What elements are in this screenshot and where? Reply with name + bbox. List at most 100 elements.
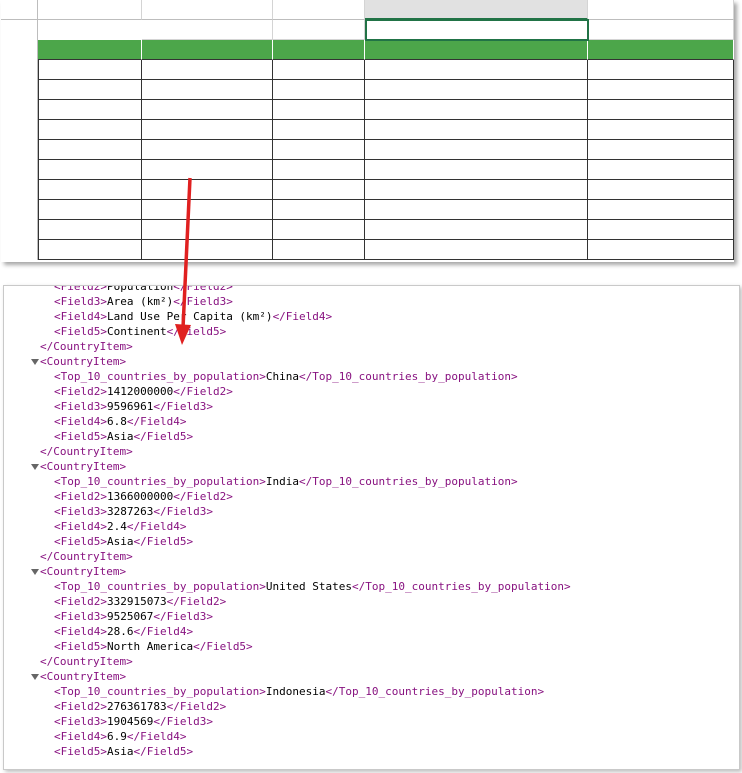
- table-cell[interactable]: [38, 120, 142, 140]
- table-cell[interactable]: [142, 180, 273, 200]
- empty-cell[interactable]: [142, 20, 273, 40]
- table-cell[interactable]: [273, 180, 365, 200]
- table-cell[interactable]: [273, 160, 365, 180]
- header-cell-3[interactable]: [273, 40, 365, 60]
- xml-open-tag: <Field5>: [54, 535, 107, 548]
- table-cell[interactable]: [38, 180, 142, 200]
- collapse-triangle-icon[interactable]: [31, 464, 39, 470]
- header-cell-2[interactable]: [142, 40, 273, 60]
- table-cell[interactable]: [588, 220, 734, 240]
- xml-open-tag: <Field3>: [54, 505, 107, 518]
- table-cell[interactable]: [588, 140, 734, 160]
- table-cell[interactable]: [142, 100, 273, 120]
- table-cell[interactable]: [38, 200, 142, 220]
- table-cell[interactable]: [588, 160, 734, 180]
- xml-close-tag: </Field3>: [153, 400, 213, 413]
- xml-close-tag: </Field3>: [153, 610, 213, 623]
- xml-line: <Field2>Population</Field2>: [54, 286, 233, 294]
- xml-line: <Field2>332915073</Field2>: [54, 594, 226, 609]
- select-all-corner[interactable]: [1, 0, 38, 20]
- row-header-10[interactable]: [1, 200, 38, 220]
- column-header-e[interactable]: [588, 0, 734, 20]
- table-cell[interactable]: [273, 220, 365, 240]
- table-cell[interactable]: [365, 80, 588, 100]
- table-cell[interactable]: [365, 180, 588, 200]
- header-cell-1[interactable]: [38, 40, 142, 60]
- table-cell[interactable]: [365, 200, 588, 220]
- table-cell[interactable]: [273, 60, 365, 80]
- row-header-6[interactable]: [1, 120, 38, 140]
- table-cell[interactable]: [365, 100, 588, 120]
- table-cell[interactable]: [142, 140, 273, 160]
- row-header-1[interactable]: [1, 20, 38, 40]
- empty-cell[interactable]: [273, 20, 365, 40]
- xml-close-tag: </Field4>: [126, 730, 187, 743]
- header-cell-5[interactable]: [588, 40, 734, 60]
- table-cell[interactable]: [142, 160, 273, 180]
- row-header-4[interactable]: [1, 80, 38, 100]
- table-cell[interactable]: [38, 160, 142, 180]
- table-cell[interactable]: [588, 200, 734, 220]
- table-cell[interactable]: [365, 60, 588, 80]
- table-cell[interactable]: [38, 60, 142, 80]
- table-cell[interactable]: [365, 160, 588, 180]
- table-cell[interactable]: [38, 240, 142, 260]
- row-header-5[interactable]: [1, 100, 38, 120]
- table-cell[interactable]: [142, 240, 273, 260]
- header-cell-4[interactable]: [365, 40, 588, 60]
- table-cell[interactable]: [273, 140, 365, 160]
- table-cell[interactable]: [38, 80, 142, 100]
- row-header-3[interactable]: [1, 60, 38, 80]
- table-cell[interactable]: [588, 60, 734, 80]
- column-header-b[interactable]: [142, 0, 273, 20]
- xml-open-tag: <Field4>: [54, 520, 107, 533]
- table-cell[interactable]: [142, 80, 273, 100]
- xml-close-tag: </Field2>: [173, 490, 233, 503]
- table-cell[interactable]: [365, 120, 588, 140]
- table-cell[interactable]: [273, 200, 365, 220]
- table-cell[interactable]: [142, 200, 273, 220]
- table-cell[interactable]: [38, 220, 142, 240]
- row-header-7[interactable]: [1, 140, 38, 160]
- collapse-triangle-icon[interactable]: [31, 359, 39, 365]
- xml-close-tag: </Field3>: [153, 505, 213, 518]
- xml-open-tag: <CountryItem>: [40, 565, 127, 578]
- table-cell[interactable]: [273, 80, 365, 100]
- row-header-8[interactable]: [1, 160, 38, 180]
- xml-line: <Field4>6.8</Field4>: [54, 414, 186, 429]
- row-header-11[interactable]: [1, 220, 38, 240]
- column-header-a[interactable]: [38, 0, 142, 20]
- table-cell[interactable]: [273, 240, 365, 260]
- table-cell[interactable]: [273, 100, 365, 120]
- xml-text: 9596961: [106, 400, 154, 413]
- column-header-c[interactable]: [273, 0, 365, 20]
- column-header-d[interactable]: [365, 0, 588, 20]
- row-header-9[interactable]: [1, 180, 38, 200]
- table-cell[interactable]: [142, 220, 273, 240]
- table-cell[interactable]: [588, 180, 734, 200]
- row-header-12[interactable]: [1, 240, 38, 260]
- collapse-triangle-icon[interactable]: [31, 569, 39, 575]
- table-cell[interactable]: [588, 80, 734, 100]
- empty-cell[interactable]: [588, 20, 734, 40]
- xml-text: Area (km²): [106, 295, 174, 308]
- xml-text: North America: [106, 640, 194, 653]
- table-cell[interactable]: [365, 240, 588, 260]
- table-cell[interactable]: [142, 60, 273, 80]
- table-cell[interactable]: [38, 100, 142, 120]
- collapse-triangle-icon[interactable]: [31, 674, 39, 680]
- table-cell[interactable]: [365, 140, 588, 160]
- row-header-2[interactable]: [1, 40, 38, 60]
- table-cell[interactable]: [142, 120, 273, 140]
- table-cell[interactable]: [38, 140, 142, 160]
- table-cell[interactable]: [273, 120, 365, 140]
- table-cell[interactable]: [365, 220, 588, 240]
- xml-close-tag: </Field5>: [193, 640, 253, 653]
- table-cell[interactable]: [588, 120, 734, 140]
- xml-line: </CountryItem>: [40, 654, 133, 669]
- table-cell[interactable]: [588, 240, 734, 260]
- table-cell[interactable]: [588, 100, 734, 120]
- xml-close-tag: </Field4>: [133, 625, 194, 638]
- sheet-title-cell[interactable]: [38, 20, 142, 40]
- xml-close-tag: </Field3>: [153, 715, 213, 728]
